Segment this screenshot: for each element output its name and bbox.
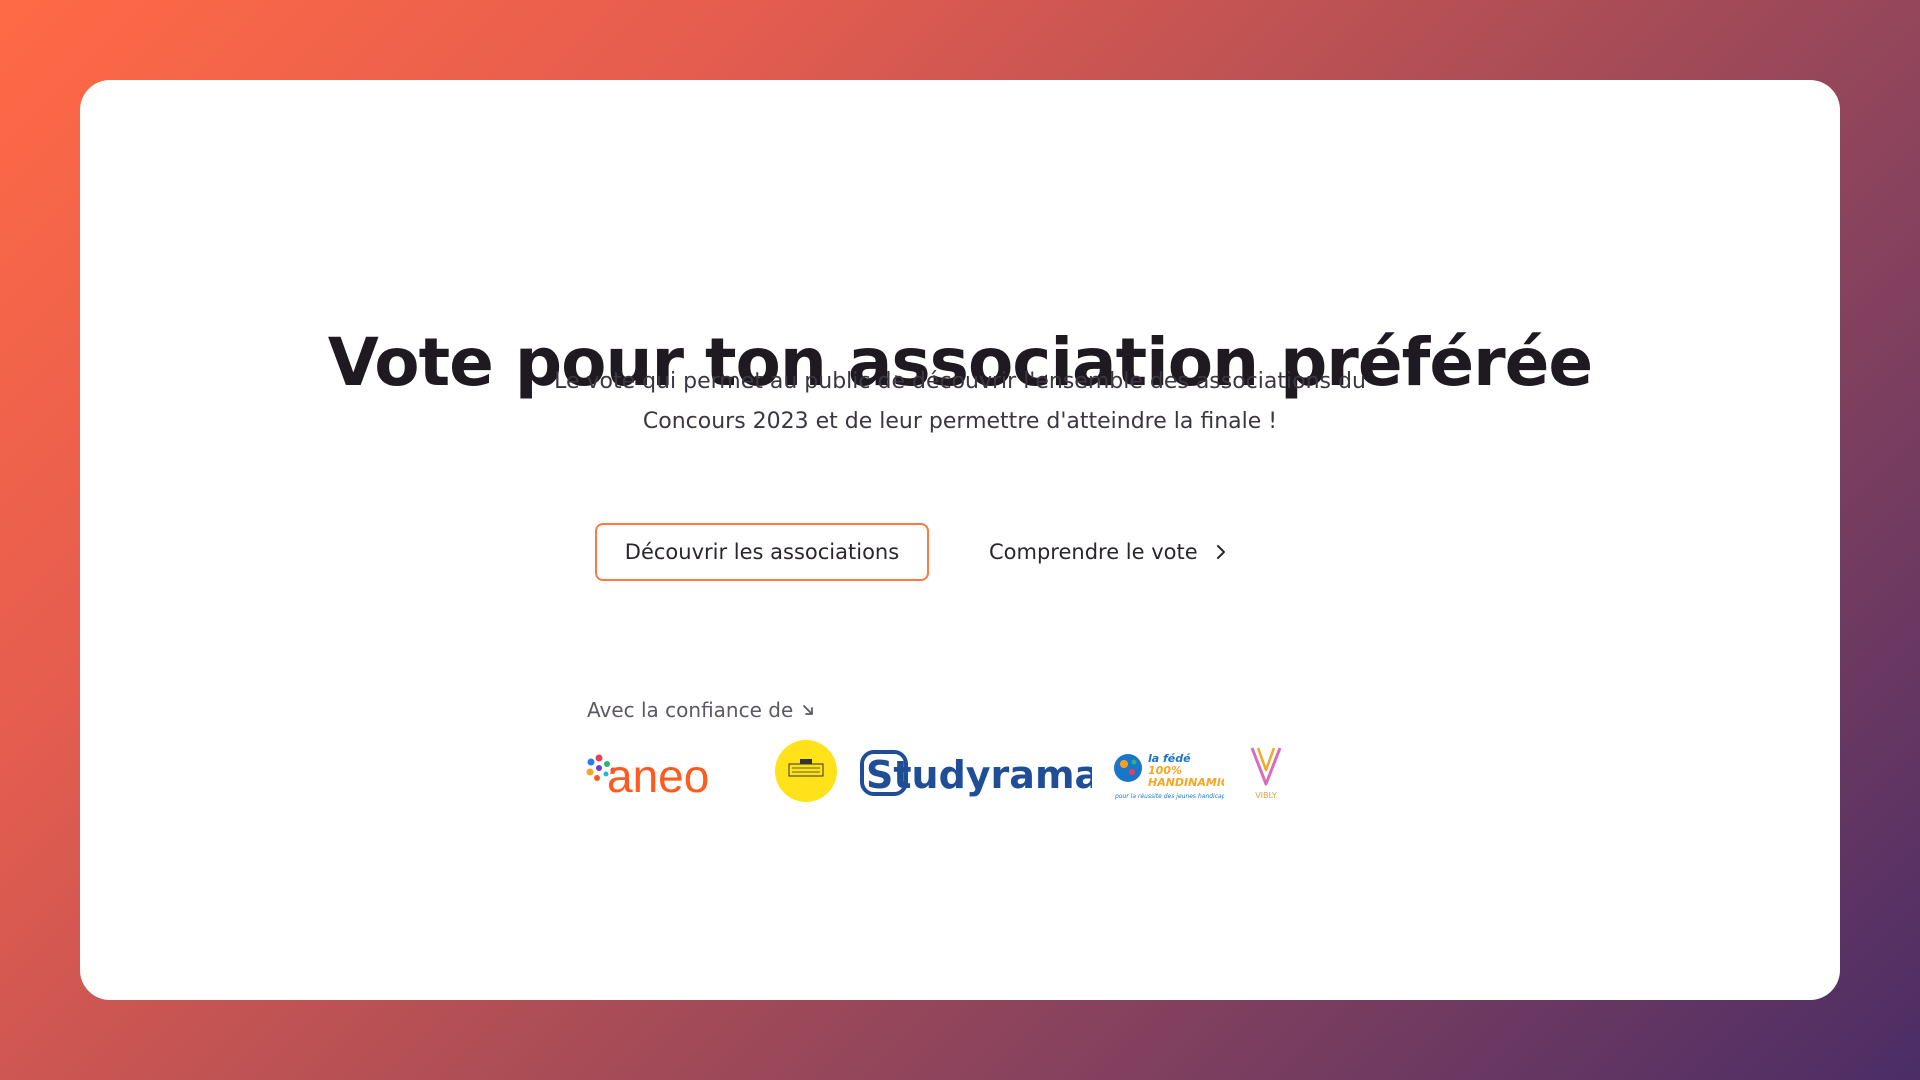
chevron-right-icon <box>1216 545 1225 559</box>
understand-vote-label: Comprendre le vote <box>989 540 1198 564</box>
subtitle-line-1: Le vote qui permet au public de découvri… <box>554 369 1366 394</box>
partner-logos: aneo Studyrama la fédé 100% HANDINAMIQUE… <box>585 740 1365 810</box>
understand-vote-link[interactable]: Comprendre le vote <box>989 523 1230 581</box>
arrow-down-right-icon <box>803 705 814 715</box>
trust-label-text: Avec la confiance de <box>587 698 794 722</box>
svg-text:Studyrama: Studyrama <box>866 753 1092 797</box>
svg-text:aneo: aneo <box>607 750 709 802</box>
page-subtitle: Le vote qui permet au public de découvri… <box>460 362 1460 442</box>
discover-associations-button[interactable]: Découvrir les associations <box>595 523 929 581</box>
vibly-logo[interactable]: VIBLY <box>1248 742 1284 802</box>
svg-text:HANDINAMIQUE: HANDINAMIQUE <box>1148 776 1224 789</box>
discover-associations-label: Découvrir les associations <box>624 540 900 564</box>
svg-text:VIBLY: VIBLY <box>1255 791 1277 800</box>
yellow-badge-logo[interactable] <box>775 740 837 802</box>
trust-label: Avec la confiance de <box>587 698 815 722</box>
aneo-logo[interactable]: aneo <box>585 750 750 802</box>
subtitle-line-2: Concours 2023 et de leur permettre d'att… <box>642 409 1278 434</box>
studyrama-logo[interactable]: Studyrama <box>860 748 1092 798</box>
svg-text:pour la réussite des jeunes ha: pour la réussite des jeunes handicapés <box>1114 793 1224 800</box>
handinamique-logo[interactable]: la fédé 100% HANDINAMIQUE pour la réussi… <box>1112 742 1224 802</box>
main-card: Vote pour ton association préférée Le vo… <box>80 80 1840 1000</box>
cta-row: Découvrir les associations Comprendre le… <box>80 523 1840 583</box>
